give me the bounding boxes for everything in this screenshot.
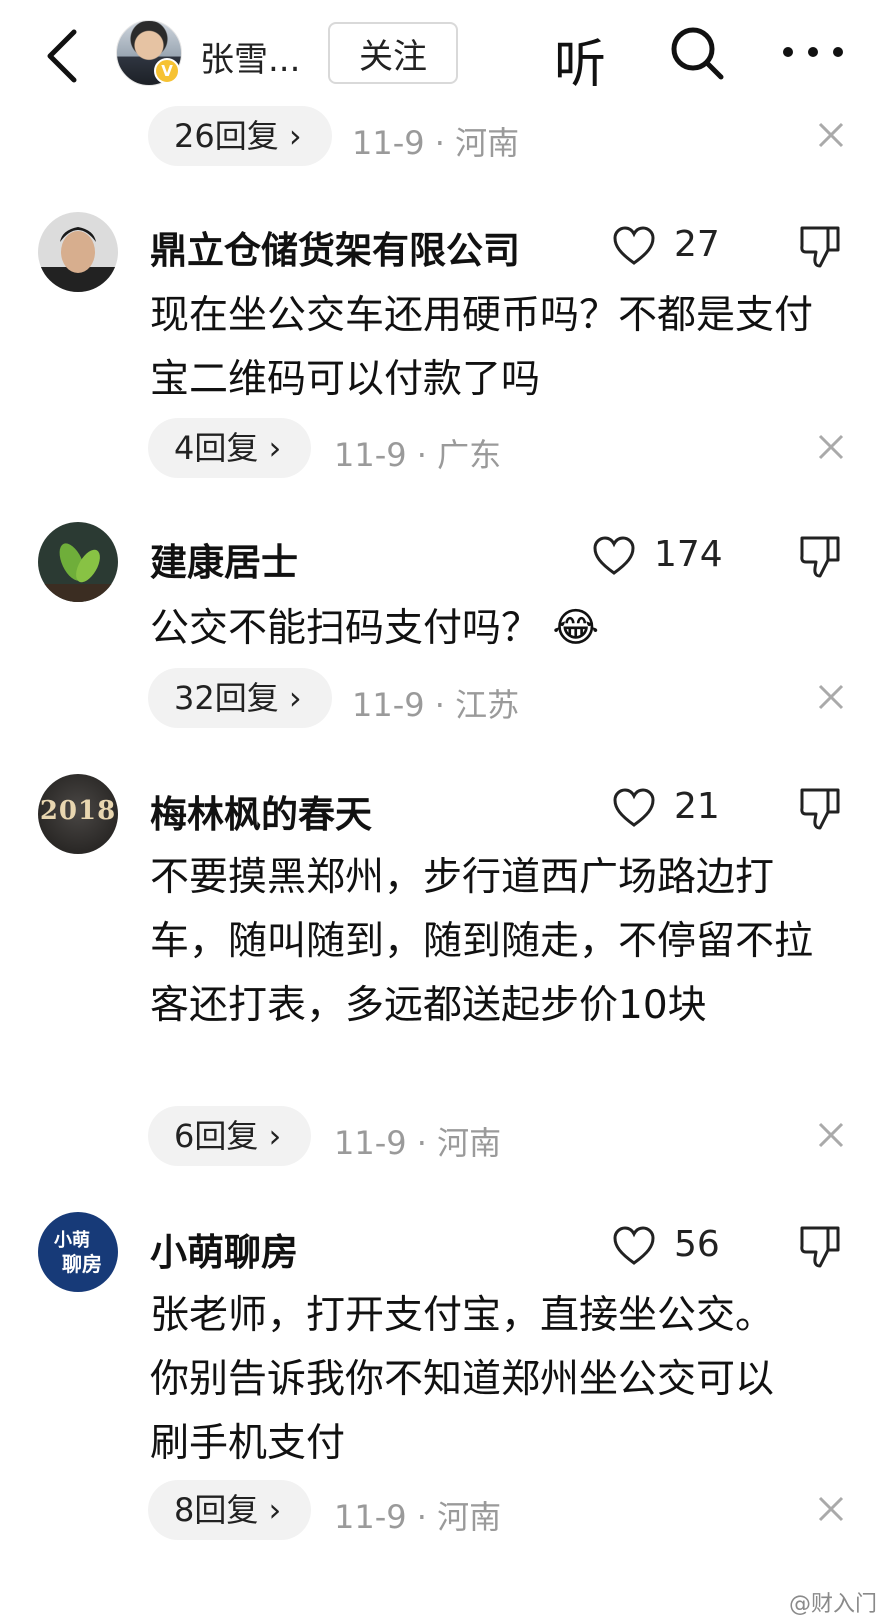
- commenter-name[interactable]: 小萌聊房: [150, 1222, 298, 1276]
- commenter-name[interactable]: 梅林枫的春天: [150, 784, 372, 838]
- like-button[interactable]: 21: [612, 784, 732, 834]
- more-options-icon[interactable]: [780, 40, 846, 64]
- like-count: 21: [674, 786, 720, 827]
- commenter-name[interactable]: 建康居士: [150, 532, 298, 586]
- reply-count-button[interactable]: 6回复 ›: [148, 1106, 312, 1166]
- reply-count-button[interactable]: 4回复 ›: [148, 418, 312, 478]
- heart-icon: [593, 536, 635, 575]
- top-bar: V 张雪... 关注 听: [0, 0, 889, 110]
- like-button[interactable]: 27: [612, 222, 732, 272]
- comment-date-location: 11-9 · 江苏: [352, 686, 520, 724]
- commenter-avatar[interactable]: 小萌 聊房: [38, 1212, 118, 1292]
- watermark: @财入门: [788, 1592, 877, 1617]
- comment-date-location: 11-9 · 广东: [334, 436, 502, 474]
- dislike-icon[interactable]: [798, 224, 844, 270]
- verified-badge-icon: V: [154, 58, 180, 84]
- comment-footer: 26回复 › 11-9 · 河南: [0, 106, 889, 166]
- follow-button[interactable]: 关注: [328, 22, 458, 84]
- comment-footer: 8回复 › 11-9 · 河南: [0, 1480, 889, 1540]
- dislike-icon[interactable]: [798, 786, 844, 832]
- comment-footer: 6回复 › 11-9 · 河南: [0, 1106, 889, 1166]
- comment-text: 公交不能扫码支付吗？ 😂: [150, 596, 830, 661]
- close-icon[interactable]: [816, 120, 846, 150]
- reply-count-button[interactable]: 26回复 ›: [148, 106, 332, 166]
- close-icon[interactable]: [816, 682, 846, 712]
- like-button[interactable]: 56: [612, 1222, 732, 1272]
- listen-button[interactable]: 听: [554, 22, 606, 97]
- close-icon[interactable]: [816, 1120, 846, 1150]
- comment-date-location: 11-9 · 河南: [352, 124, 520, 162]
- like-count: 56: [674, 1224, 720, 1265]
- reply-count-button[interactable]: 8回复 ›: [148, 1480, 312, 1540]
- dislike-icon[interactable]: [798, 1224, 844, 1270]
- reply-count-button[interactable]: 32回复 ›: [148, 668, 332, 728]
- heart-icon: [613, 788, 655, 827]
- comment-footer: 4回复 › 11-9 · 广东: [0, 418, 889, 478]
- commenter-name[interactable]: 鼎立仓储货架有限公司: [150, 220, 520, 274]
- like-button[interactable]: 174: [592, 532, 723, 582]
- back-arrow-icon[interactable]: [40, 26, 84, 86]
- comment-text-body: 公交不能扫码支付吗？: [150, 606, 541, 651]
- avatar-text: 2018: [39, 796, 117, 826]
- dislike-icon[interactable]: [798, 534, 844, 580]
- close-icon[interactable]: [816, 1494, 846, 1524]
- comment-text: 张老师，打开支付宝，直接坐公交。你别告诉我你不知道郑州坐公交可以刷手机支付: [150, 1293, 775, 1466]
- search-icon[interactable]: [668, 24, 726, 82]
- comment-date-location: 11-9 · 河南: [334, 1124, 502, 1162]
- comment-text: 现在坐公交车还用硬币吗？不都是支付宝二维码可以付款了吗: [150, 293, 814, 402]
- comment-date-location: 11-9 · 河南: [334, 1498, 502, 1536]
- commenter-avatar[interactable]: 2018: [38, 774, 118, 854]
- commenter-avatar[interactable]: [38, 522, 118, 602]
- like-count: 174: [654, 534, 723, 575]
- comment-footer: 32回复 › 11-9 · 江苏: [0, 668, 889, 728]
- close-icon[interactable]: [816, 432, 846, 462]
- commenter-avatar[interactable]: [38, 212, 118, 292]
- like-count: 27: [674, 224, 720, 265]
- heart-icon: [613, 226, 655, 265]
- laughing-crying-emoji-icon: 😂: [552, 605, 600, 651]
- avatar-text-line2: 聊房: [62, 1252, 102, 1276]
- author-name[interactable]: 张雪...: [200, 32, 300, 81]
- comment-text: 不要摸黑郑州，步行道西广场路边打车，随叫随到，随到随走，不停留不拉客还打表，多远…: [150, 855, 814, 1028]
- heart-icon: [613, 1226, 655, 1265]
